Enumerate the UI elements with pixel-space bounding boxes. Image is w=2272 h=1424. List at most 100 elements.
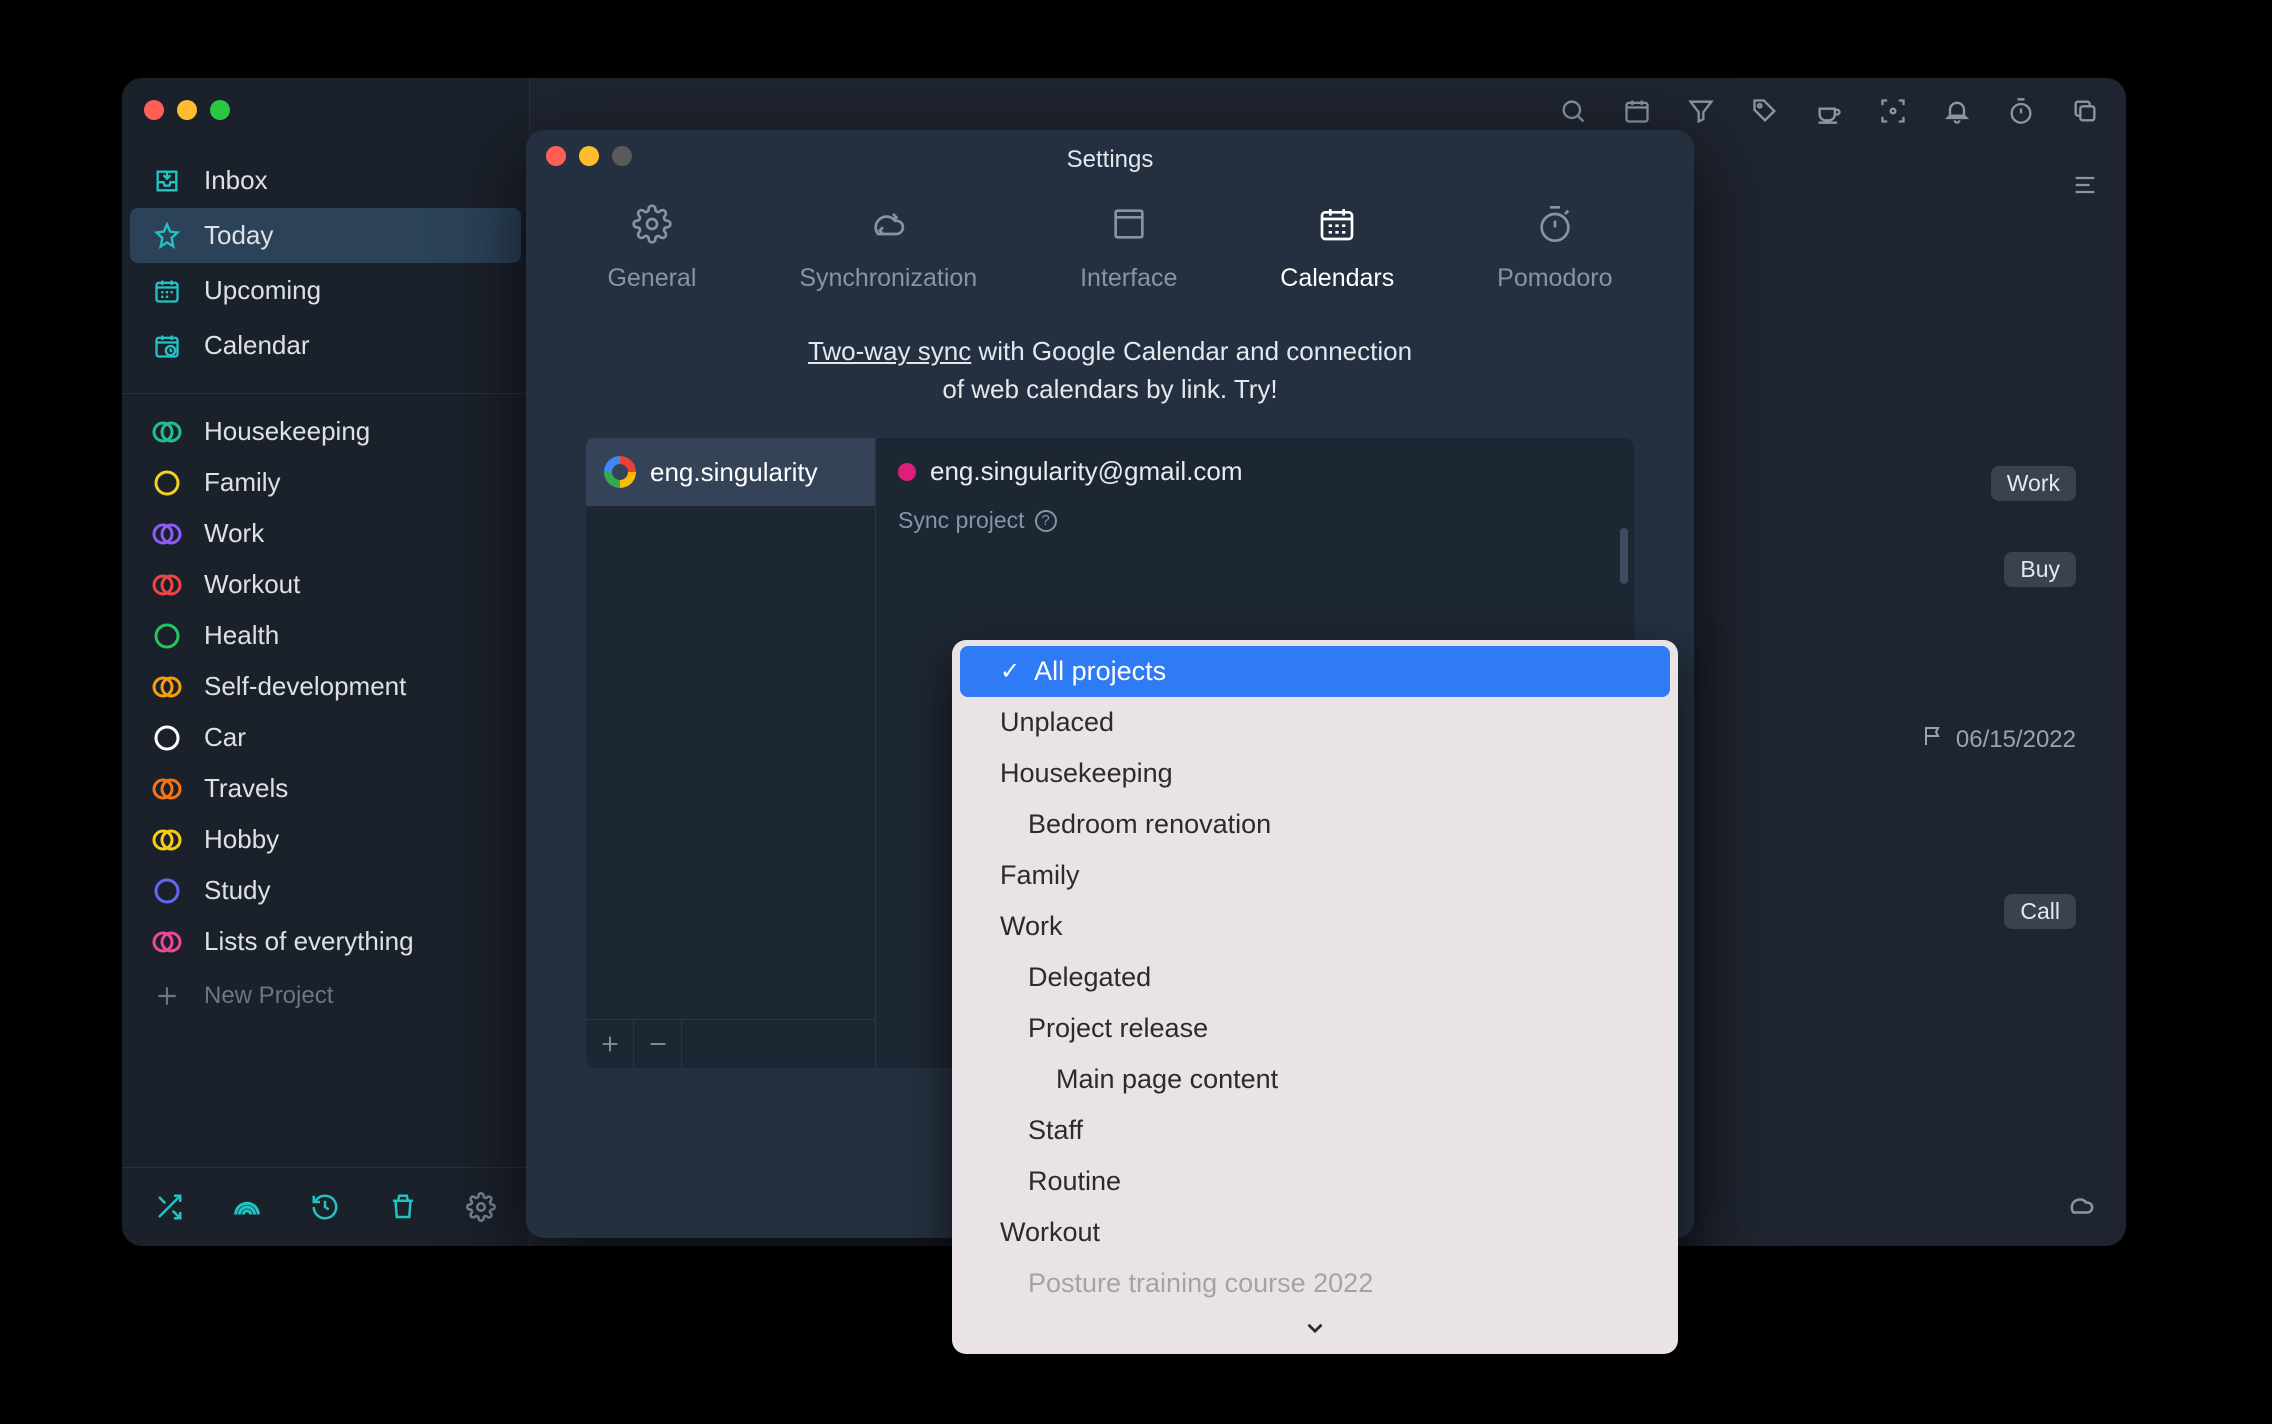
hamburger-icon[interactable] (2070, 170, 2100, 200)
task-date-value: 06/15/2022 (1956, 726, 2076, 754)
modal-close[interactable] (546, 146, 566, 166)
nav-inbox[interactable]: Inbox (122, 153, 529, 208)
nav-upcoming[interactable]: Upcoming (122, 263, 529, 318)
project-workout[interactable]: Workout (122, 559, 529, 610)
shuffle-icon[interactable] (152, 1190, 186, 1224)
tag-icon[interactable] (1750, 96, 1780, 126)
tab-label: Calendars (1280, 264, 1394, 293)
dropdown-item[interactable]: Work (952, 901, 1678, 952)
project-housekeeping[interactable]: Housekeeping (122, 406, 529, 457)
tag-buy[interactable]: Buy (2004, 552, 2076, 587)
settings-tab-calendars[interactable]: Calendars (1280, 202, 1394, 293)
nav-label: Inbox (204, 165, 268, 196)
nav-today[interactable]: Today (130, 208, 521, 263)
calendar-icon (1315, 202, 1359, 246)
maximize-window[interactable] (210, 100, 230, 120)
account-list-footer (586, 1019, 875, 1068)
dropdown-item[interactable]: Delegated (952, 952, 1678, 1003)
help-icon[interactable]: ? (1035, 510, 1057, 532)
project-self-development[interactable]: Self-development (122, 661, 529, 712)
project-label: Study (204, 875, 271, 906)
settings-gear-icon[interactable] (464, 1190, 498, 1224)
account-email-row: eng.singularity@gmail.com (898, 456, 1612, 487)
dropdown-item[interactable]: Workout (952, 1207, 1678, 1258)
coffee-icon[interactable] (1814, 96, 1844, 126)
settings-tabs: General Synchronization Interface Calendars… (526, 174, 1694, 323)
search-icon[interactable] (1558, 96, 1588, 126)
settings-tab-pomodoro[interactable]: Pomodoro (1497, 202, 1612, 293)
project-family[interactable]: Family (122, 457, 529, 508)
dropdown-item[interactable]: Posture training course 2022 (952, 1258, 1678, 1309)
project-ring-icon (152, 672, 182, 702)
dropdown-item[interactable]: Unplaced (952, 697, 1678, 748)
nav-calendar[interactable]: Calendar (122, 318, 529, 373)
settings-title: Settings (526, 130, 1694, 174)
project-hobby[interactable]: Hobby (122, 814, 529, 865)
new-project-button[interactable]: New Project (122, 967, 529, 1025)
trash-icon[interactable] (386, 1190, 420, 1224)
copy-icon[interactable] (2070, 96, 2100, 126)
filter-icon[interactable] (1686, 96, 1716, 126)
dropdown-item[interactable]: Staff (952, 1105, 1678, 1156)
dropdown-item-all-projects[interactable]: ✓ All projects (960, 646, 1670, 697)
dropdown-item[interactable]: Family (952, 850, 1678, 901)
bell-icon[interactable] (1942, 96, 1972, 126)
sync-project-label: Sync project ? (898, 507, 1612, 534)
new-project-label: New Project (204, 982, 333, 1010)
project-health[interactable]: Health (122, 610, 529, 661)
main-traffic-lights (144, 100, 230, 120)
timer-icon[interactable] (2006, 96, 2036, 126)
tag-work[interactable]: Work (1991, 466, 2076, 501)
tab-label: Synchronization (799, 264, 977, 293)
account-list: eng.singularity (586, 438, 876, 1068)
tab-label: Pomodoro (1497, 264, 1612, 293)
dropdown-item[interactable]: Project release (952, 1003, 1678, 1054)
account-email: eng.singularity@gmail.com (930, 456, 1243, 487)
nav-label: Calendar (204, 330, 310, 361)
sync-blurb-link[interactable]: Two-way sync (808, 336, 971, 366)
account-short-label: eng.singularity (650, 457, 818, 488)
project-study[interactable]: Study (122, 865, 529, 916)
dropdown-item[interactable]: Main page content (952, 1054, 1678, 1105)
remove-account-button[interactable] (634, 1020, 682, 1068)
tag-call[interactable]: Call (2004, 894, 2076, 929)
add-account-button[interactable] (586, 1020, 634, 1068)
star-icon (152, 221, 182, 251)
google-logo-icon (604, 456, 636, 488)
calendar-clock-icon (152, 331, 182, 361)
scrollbar-thumb[interactable] (1620, 528, 1628, 584)
sidebar: Inbox TodayUpcoming Calendar Housekeeping F… (122, 78, 530, 1246)
dropdown-item[interactable]: Bedroom renovation (952, 799, 1678, 850)
dropdown-item[interactable]: Routine (952, 1156, 1678, 1207)
project-car[interactable]: Car (122, 712, 529, 763)
project-ring-icon (152, 876, 182, 906)
tab-label: General (607, 264, 696, 293)
project-ring-icon (152, 468, 182, 498)
cloud-icon[interactable] (2066, 1190, 2096, 1220)
settings-tab-general[interactable]: General (607, 202, 696, 293)
history-icon[interactable] (308, 1190, 342, 1224)
minimize-window[interactable] (177, 100, 197, 120)
project-list: Housekeeping FamilyWorkWorkout Health Self-… (122, 406, 529, 967)
settings-tab-interface[interactable]: Interface (1080, 202, 1177, 293)
rainbow-icon[interactable] (230, 1190, 264, 1224)
modal-maximize[interactable] (612, 146, 632, 166)
calendar-icon[interactable] (1622, 96, 1652, 126)
focus-icon[interactable] (1878, 96, 1908, 126)
sidebar-nav: Inbox TodayUpcoming Calendar (122, 78, 529, 373)
settings-tab-synchronization[interactable]: Synchronization (799, 202, 977, 293)
sync-project-dropdown[interactable]: ✓ All projects UnplacedHousekeepingBedro… (952, 640, 1678, 1354)
close-window[interactable] (144, 100, 164, 120)
modal-minimize[interactable] (579, 146, 599, 166)
dropdown-item[interactable]: Housekeeping (952, 748, 1678, 799)
project-travels[interactable]: Travels (122, 763, 529, 814)
cloud-sync-icon (866, 202, 910, 246)
project-label: Health (204, 620, 279, 651)
account-item[interactable]: eng.singularity (586, 438, 875, 506)
project-work[interactable]: Work (122, 508, 529, 559)
dropdown-more-indicator[interactable] (952, 1309, 1678, 1354)
project-label: Travels (204, 773, 288, 804)
plus-icon (152, 981, 182, 1011)
project-label: Housekeeping (204, 416, 370, 447)
project-lists-of-everything[interactable]: Lists of everything (122, 916, 529, 967)
